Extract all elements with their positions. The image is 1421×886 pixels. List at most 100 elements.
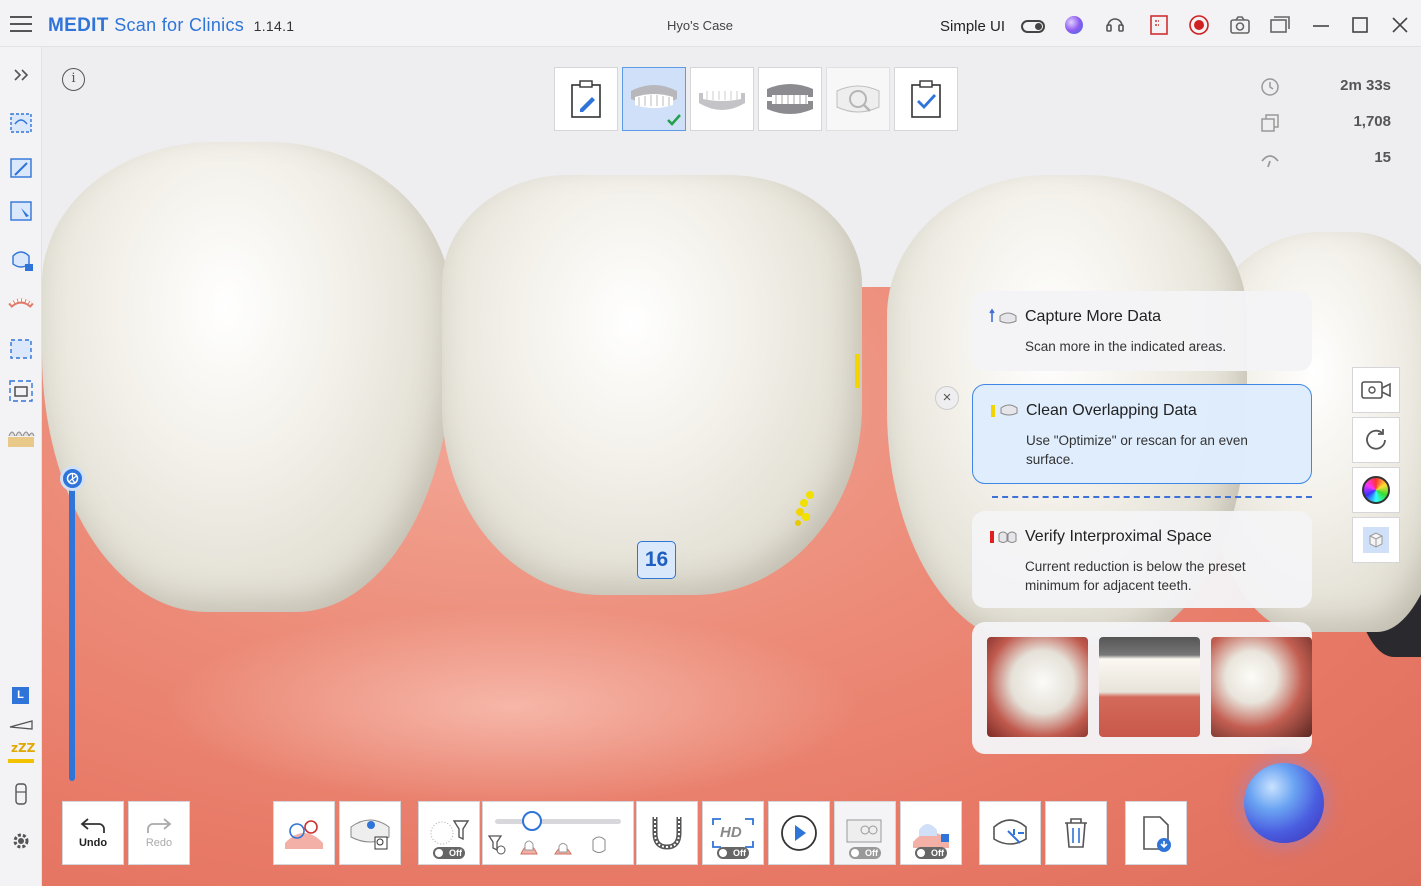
menu-icon[interactable] bbox=[10, 16, 32, 32]
video-icon[interactable] bbox=[1352, 367, 1400, 413]
minimize-icon[interactable] bbox=[1310, 14, 1332, 36]
photo-icon[interactable] bbox=[6, 377, 36, 405]
ai-scan-icon bbox=[993, 819, 1027, 845]
ai-scan-button[interactable] bbox=[979, 801, 1041, 865]
color-wheel-icon[interactable] bbox=[1352, 467, 1400, 513]
margin-icon[interactable] bbox=[6, 335, 36, 363]
expand-icon[interactable] bbox=[6, 61, 36, 89]
frames-icon bbox=[1261, 114, 1279, 132]
feedback-close-button[interactable]: × bbox=[935, 386, 959, 410]
export-icon bbox=[1143, 816, 1171, 852]
filter-slider-track[interactable] bbox=[495, 819, 621, 824]
lock-area-icon bbox=[913, 824, 949, 848]
feedback-card-clean-overlap[interactable]: Clean Overlapping Data Use "Optimize" or… bbox=[972, 384, 1312, 484]
noise-filter-icon bbox=[430, 820, 470, 845]
feedback-body: Scan more in the indicated areas. bbox=[1025, 339, 1227, 354]
stage-prep-form[interactable] bbox=[554, 67, 618, 131]
example-image-1[interactable] bbox=[987, 637, 1088, 737]
area-inspect-button[interactable] bbox=[339, 801, 401, 865]
support-headset-icon[interactable] bbox=[1104, 14, 1126, 36]
screen-capture-icon[interactable] bbox=[1148, 14, 1170, 36]
play-icon bbox=[781, 815, 817, 851]
clean-overlap-icon bbox=[991, 404, 1018, 417]
scan-rate-icon bbox=[1261, 155, 1279, 168]
record-icon[interactable] bbox=[1188, 14, 1210, 36]
lock-area-off-toggle[interactable]: Off bbox=[915, 847, 947, 859]
edit-area-icon[interactable] bbox=[6, 197, 36, 225]
view-tools bbox=[1352, 367, 1400, 567]
stat-count-value: 15 bbox=[1374, 149, 1391, 166]
maximize-icon[interactable] bbox=[1349, 14, 1371, 36]
stage-complete[interactable] bbox=[894, 67, 958, 131]
undo-button[interactable]: Undo bbox=[62, 801, 124, 865]
interproximal-icon bbox=[990, 531, 1017, 543]
hd-icon: HD bbox=[712, 818, 754, 848]
tooth-number-label[interactable]: 16 bbox=[637, 541, 676, 579]
example-image-2[interactable] bbox=[1099, 637, 1200, 737]
abutment-button[interactable] bbox=[273, 801, 335, 865]
hd-off-toggle[interactable]: Off bbox=[717, 847, 749, 859]
close-icon[interactable] bbox=[1389, 14, 1411, 36]
sleep-icon[interactable]: zZZ bbox=[6, 733, 36, 761]
lock-area-button[interactable]: Off bbox=[900, 801, 962, 865]
gallery-icon[interactable] bbox=[1269, 14, 1291, 36]
scanner-icon[interactable] bbox=[6, 780, 36, 808]
filter-level-slider-track[interactable] bbox=[69, 483, 75, 781]
hd-mode-button[interactable]: HD Off bbox=[702, 801, 764, 865]
capture-more-icon bbox=[989, 308, 1017, 324]
case-title: Hyo's Case bbox=[666, 18, 734, 33]
edit-icon[interactable] bbox=[6, 154, 36, 182]
app-title: MEDIT Scan for Clinics 1.14.1 bbox=[48, 15, 294, 37]
stat-frames: 1,708 bbox=[1251, 113, 1391, 149]
complete-check-icon bbox=[667, 114, 681, 126]
stat-time-value: 2m 33s bbox=[1340, 77, 1391, 94]
stat-frames-value: 1,708 bbox=[1353, 113, 1391, 130]
tooth-molar-left bbox=[42, 142, 452, 612]
feedback-card-capture-more[interactable]: Capture More Data Scan more in the indic… bbox=[972, 291, 1312, 371]
stage-maxilla[interactable] bbox=[622, 67, 686, 131]
trim-mode-button[interactable]: Off bbox=[834, 801, 896, 865]
feedback-card-interproximal[interactable]: Verify Interproximal Space Current reduc… bbox=[972, 511, 1312, 608]
example-image-3[interactable] bbox=[1211, 637, 1312, 737]
scan-region-icon[interactable] bbox=[6, 109, 36, 137]
trim-off-toggle[interactable]: Off bbox=[849, 847, 881, 859]
shutter-icon bbox=[66, 472, 79, 485]
settings-gear-icon[interactable] bbox=[6, 827, 36, 855]
noise-filter-button[interactable]: Off bbox=[418, 801, 480, 865]
solid-view-icon[interactable] bbox=[1352, 517, 1400, 563]
arch-icon[interactable] bbox=[6, 291, 36, 319]
camera-icon[interactable] bbox=[1229, 14, 1251, 36]
scan-viewport[interactable]: 16 i 2m 33s 1,708 15 Capture More Data S… bbox=[42, 47, 1421, 886]
simple-ui-toggle[interactable] bbox=[1021, 20, 1045, 33]
arch-tray-button[interactable] bbox=[636, 801, 698, 865]
tooth-lock-icon[interactable] bbox=[6, 247, 36, 275]
export-button[interactable] bbox=[1125, 801, 1187, 865]
play-button[interactable] bbox=[768, 801, 830, 865]
reset-view-icon[interactable] bbox=[1352, 417, 1400, 463]
app-version: 1.14.1 bbox=[253, 18, 295, 34]
filter-slider-knob[interactable] bbox=[522, 811, 543, 831]
overlap-marker-edge bbox=[855, 354, 860, 388]
stage-analysis[interactable] bbox=[826, 67, 890, 131]
complete-icon bbox=[911, 80, 941, 118]
lower-arch-indicator: L bbox=[12, 687, 29, 704]
ai-assistant-orb[interactable] bbox=[1244, 763, 1324, 843]
title-bar: MEDIT Scan for Clinics 1.14.1 Hyo's Case… bbox=[0, 0, 1421, 47]
stat-count: 15 bbox=[1251, 149, 1391, 185]
area-inspect-icon bbox=[350, 819, 390, 850]
stage-mandible[interactable] bbox=[690, 67, 754, 131]
noise-filter-off-toggle[interactable]: Off bbox=[433, 847, 465, 859]
info-icon[interactable]: i bbox=[62, 68, 85, 91]
redo-button[interactable]: Redo bbox=[128, 801, 190, 865]
stage-occlusion[interactable] bbox=[758, 67, 822, 131]
ai-orb-icon[interactable] bbox=[1063, 14, 1085, 36]
example-images-panel bbox=[972, 622, 1312, 754]
feedback-title: Clean Overlapping Data bbox=[1026, 402, 1197, 419]
tooth-library-icon[interactable] bbox=[6, 423, 36, 451]
filter-level-slider-knob[interactable] bbox=[60, 466, 85, 491]
simple-ui-label: Simple UI bbox=[940, 18, 1006, 35]
feedback-title: Verify Interproximal Space bbox=[1025, 528, 1212, 545]
gum-highlight bbox=[162, 607, 862, 807]
delete-button[interactable] bbox=[1045, 801, 1107, 865]
section-divider bbox=[992, 496, 1312, 498]
